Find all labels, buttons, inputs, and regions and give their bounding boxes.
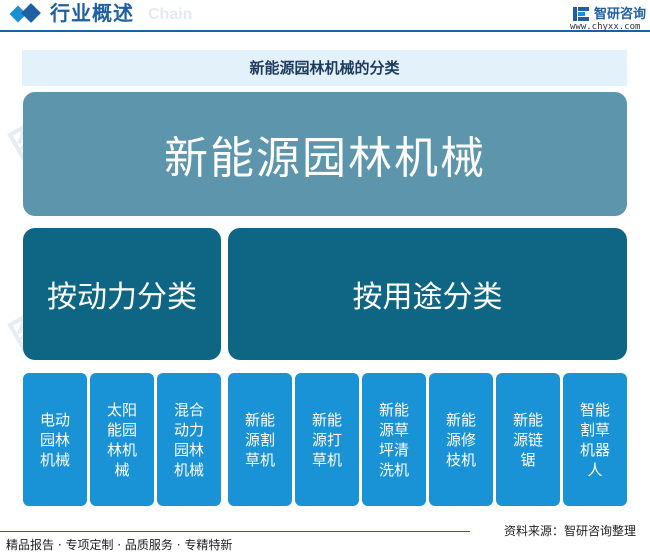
- footer-divider: [0, 531, 470, 532]
- leaf-label: 新能源链锯: [512, 410, 543, 469]
- leaf-node: 新能源草坪清洗机: [362, 373, 426, 506]
- root-node: 新能源园林机械: [23, 92, 627, 216]
- leaf-node: 新能源修枝机: [429, 373, 493, 506]
- leaf-label: 新能源草坪清洗机: [378, 400, 409, 479]
- leaf-node: 新能源割草机: [228, 373, 292, 506]
- leaf-label: 新能源打草机: [311, 410, 342, 469]
- leaf-node: 混合动力园林机械: [157, 373, 221, 506]
- leaf-label: 新能源修枝机: [445, 410, 476, 469]
- header-watermark: Chain: [148, 6, 193, 23]
- leaf-node: 新能源打草机: [295, 373, 359, 506]
- category-by-use: 按用途分类: [228, 228, 627, 360]
- diagram-subtitle-band: 新能源园林机械的分类: [22, 50, 627, 86]
- footer-tagline: 精品报告 · 专项定制 · 品质服务 · 专精特新: [6, 538, 233, 552]
- leaf-node: 电动园林机械: [23, 373, 87, 506]
- brand-name: 智研咨询: [594, 7, 647, 22]
- header-divider: [0, 30, 650, 32]
- brand-logo-icon: [573, 7, 589, 21]
- leaf-label: 智能割草机器人: [579, 400, 610, 479]
- diagram-subtitle: 新能源园林机械的分类: [249, 59, 400, 77]
- leaf-label: 电动园林机械: [39, 410, 70, 469]
- source-note: 资料来源：智研咨询整理: [504, 524, 637, 538]
- leaf-node: 新能源链锯: [496, 373, 560, 506]
- leaf-node: 智能割草机器人: [563, 373, 627, 506]
- brand-url: www.chyxx.com: [570, 22, 641, 32]
- category-by-power: 按动力分类: [23, 228, 221, 360]
- leaf-label: 太阳能园林机械: [106, 400, 137, 479]
- leaf-label: 混合动力园林机械: [173, 400, 204, 479]
- page-title: 行业概述: [50, 1, 134, 25]
- leaf-node: 太阳能园林机械: [90, 373, 154, 506]
- leaf-label: 新能源割草机: [244, 410, 275, 469]
